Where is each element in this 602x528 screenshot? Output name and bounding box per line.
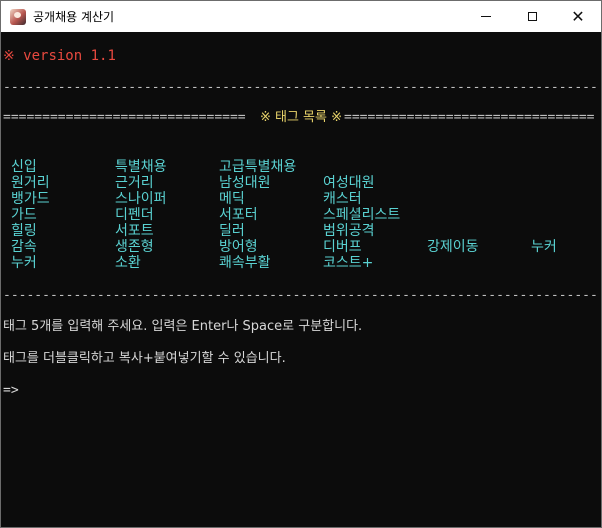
minimize-button[interactable] [463, 1, 509, 32]
tag-item[interactable]: 가드 [11, 207, 37, 223]
tag-item[interactable]: 스페셜리스트 [323, 207, 400, 223]
tag-item[interactable]: 원거리 [11, 175, 50, 191]
tag-item[interactable]: 범위공격 [323, 223, 375, 239]
input-prompt[interactable]: => [3, 383, 19, 399]
tag-item[interactable]: 생존형 [115, 239, 154, 255]
tag-item[interactable]: 쾌속부활 [219, 255, 271, 271]
close-icon: ✕ [571, 6, 585, 26]
minimize-icon [481, 16, 491, 17]
app-icon [10, 8, 26, 25]
tag-item[interactable]: 서포트 [115, 223, 154, 239]
heading-title: ※ 태그 목록 ※ [259, 110, 343, 125]
tag-item[interactable]: 메딕 [219, 191, 245, 207]
maximize-button[interactable] [509, 1, 555, 32]
tag-item[interactable]: 근거리 [115, 175, 154, 191]
console-window: 공개채용 계산기 ✕ ※ version 1.1 ---------------… [0, 0, 602, 528]
tag-item[interactable]: 누커 [11, 255, 37, 271]
tag-item[interactable]: 힐링 [11, 223, 37, 239]
window-title: 공개채용 계산기 [33, 10, 115, 24]
tag-item[interactable]: 남성대원 [219, 175, 271, 191]
tag-item[interactable]: 특별채용 [115, 159, 167, 175]
maximize-icon [527, 12, 537, 21]
tag-item[interactable]: 소환 [115, 255, 141, 271]
close-button[interactable]: ✕ [555, 1, 601, 32]
version-text: ※ version 1.1 [3, 48, 116, 64]
tag-item[interactable]: 뱅가드 [11, 191, 50, 207]
separator-bottom: ----------------------------------------… [3, 288, 599, 303]
heading-rule-right: ================================ [344, 110, 595, 125]
tag-item[interactable]: 신입 [11, 159, 37, 175]
tag-item[interactable]: 고급특별채용 [219, 159, 296, 175]
tag-item[interactable]: 서포터 [219, 207, 258, 223]
title-bar[interactable]: 공개채용 계산기 ✕ [1, 1, 601, 32]
tag-item[interactable]: 코스트+ [323, 255, 373, 271]
console-output[interactable]: ※ version 1.1 --------------------------… [1, 32, 601, 527]
tag-item[interactable]: 강제이동 [427, 239, 479, 255]
separator-top: ----------------------------------------… [3, 80, 599, 95]
tag-item[interactable]: 캐스터 [323, 191, 362, 207]
tag-item[interactable]: 누커 [531, 239, 557, 255]
tag-item[interactable]: 디버프 [323, 239, 362, 255]
tag-list-heading: =============================== ※ 태그 목록 … [3, 110, 599, 126]
tag-item[interactable]: 여성대원 [323, 175, 375, 191]
tag-item[interactable]: 감속 [11, 239, 37, 255]
tag-item[interactable]: 스나이퍼 [115, 191, 167, 207]
instruction-input: 태그 5개를 입력해 주세요. 입력은 Enter나 Space로 구분합니다. [3, 319, 363, 334]
tag-item[interactable]: 디펜더 [115, 207, 154, 223]
tag-item[interactable]: 방어형 [219, 239, 258, 255]
heading-rule-left: =============================== [3, 110, 246, 125]
tag-item[interactable]: 딜러 [219, 223, 245, 239]
instruction-copy: 태그를 더블클릭하고 복사+붙여넣기할 수 있습니다. [3, 351, 286, 366]
